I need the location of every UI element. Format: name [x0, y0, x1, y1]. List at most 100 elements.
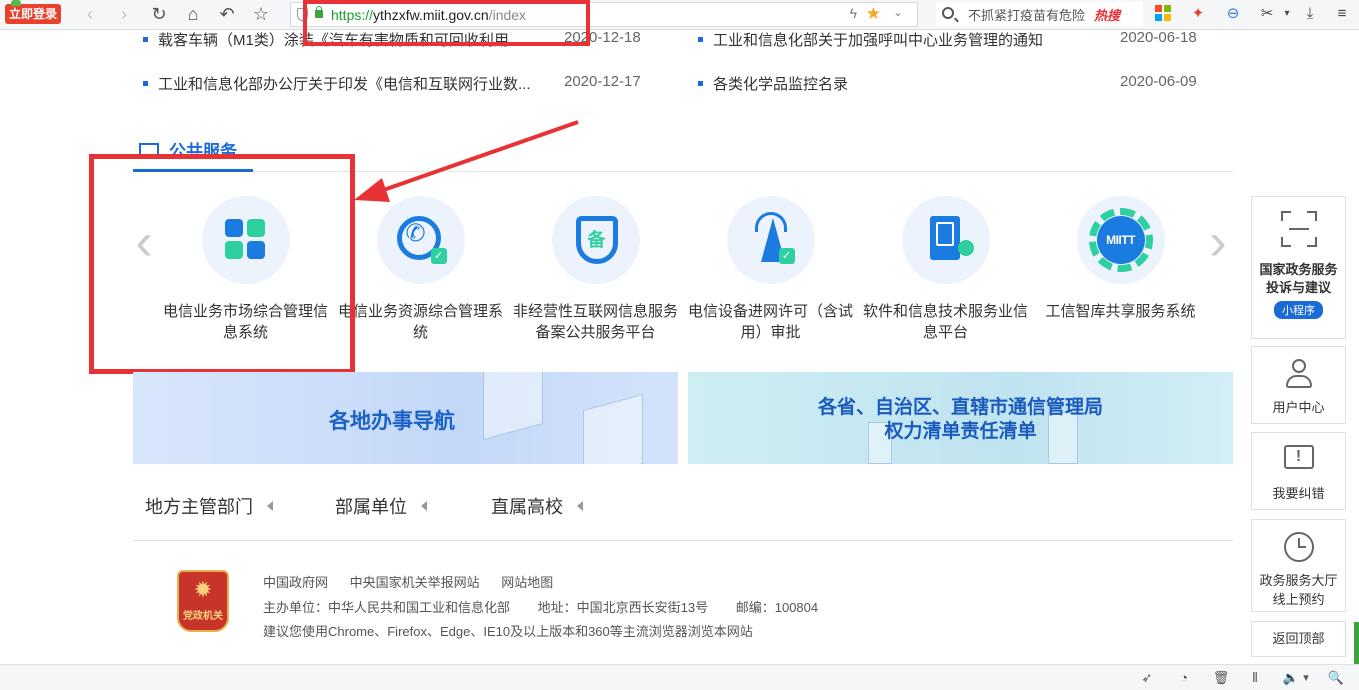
party-organ-emblem[interactable]: ✹ 党政机关: [177, 570, 229, 632]
scan-qr-icon: [1280, 211, 1317, 247]
book-share-icon: [901, 196, 990, 284]
undo-icon[interactable]: ↶: [216, 3, 238, 25]
news-title: 工业和信息化部办公厅关于印发《电信和互联网行业数...: [158, 76, 531, 93]
bullet-icon: [143, 36, 148, 42]
banner-title: 各地办事导航: [329, 410, 455, 433]
rocket-icon[interactable]: ➶: [1138, 669, 1156, 687]
footer-link[interactable]: 中国政府网: [263, 575, 328, 590]
side-hall-line2: 线上预约: [1272, 592, 1325, 607]
carousel-next-icon[interactable]: ›: [1205, 216, 1231, 268]
chevron-down-icon[interactable]: ⌄: [893, 5, 903, 19]
bullet-icon: [698, 80, 703, 86]
side-report-error[interactable]: ! 我要纠错: [1251, 432, 1346, 510]
tab-universities[interactable]: 直属高校: [491, 493, 583, 519]
side-complaint-suggestion[interactable]: 国家政务服务 投诉与建议 小程序: [1251, 196, 1346, 339]
footer-browser-note: 建议您使用Chrome、Firefox、Edge、IE10及以上版本和360等主…: [263, 624, 753, 639]
news-item[interactable]: 各类化学品监控名录: [698, 73, 848, 94]
feedback-icon: !: [1282, 443, 1316, 477]
service-label: 电信业务资源综合管理系统: [337, 303, 503, 341]
footer-link[interactable]: 网站地图: [501, 575, 553, 590]
service-item[interactable]: MIITT 工信智库共享服务系统: [1033, 196, 1208, 322]
chevron-down-icon[interactable]: ▾: [1297, 669, 1315, 687]
scrollbar-thumb[interactable]: [1354, 622, 1359, 664]
banner-local-navigation[interactable]: 各地办事导航: [133, 372, 678, 464]
search-icon: [942, 7, 954, 19]
lightning-icon[interactable]: ϟ: [850, 5, 857, 21]
banner-decoration: [483, 372, 543, 441]
news-title: 工业和信息化部关于加强呼叫中心业务管理的通知: [713, 32, 1044, 49]
side-user-center-label: 用户中心: [1272, 400, 1325, 415]
news-date: 2020-06-09: [1120, 73, 1197, 90]
bookmark-star-icon[interactable]: ★: [866, 4, 881, 24]
menu-icon[interactable]: ≡: [1332, 3, 1352, 25]
emblem-mark-icon: ✹: [193, 577, 213, 602]
minus-circle-icon[interactable]: ⊖: [1223, 3, 1243, 25]
service-item[interactable]: ✓ 电信业务资源综合管理系统: [333, 196, 508, 343]
search-hint: 不抓紧打疫苗有危险: [968, 8, 1086, 23]
news-date: 2020-12-17: [564, 73, 641, 90]
news-title: 各类化学品监控名录: [713, 76, 849, 93]
tab-affiliated-units[interactable]: 部属单位: [335, 493, 427, 519]
side-user-center[interactable]: 用户中心: [1251, 346, 1346, 424]
hot-search-label[interactable]: 热搜: [1094, 5, 1120, 24]
news-date: 2020-06-18: [1120, 29, 1197, 46]
service-item[interactable]: 软件和信息技术服务业信息平台: [858, 196, 1033, 343]
shield-record-icon: 备: [551, 196, 640, 284]
home-icon[interactable]: ⌂: [182, 3, 204, 25]
footer-address: 地址：中国北京西长安街13号: [537, 600, 709, 615]
news-item[interactable]: 工业和信息化部关于加强呼叫中心业务管理的通知: [698, 29, 1043, 50]
footer-info: 主办单位：中华人民共和国工业和信息化部 地址：中国北京西长安街13号 邮编：10…: [263, 597, 842, 616]
banner-title-line1: 各省、自治区、直辖市通信管理局: [817, 397, 1103, 418]
scissors-icon[interactable]: ✂: [1257, 3, 1277, 25]
footer-divider: [133, 540, 1233, 541]
footer-organizer: 主办单位：中华人民共和国工业和信息化部: [263, 600, 511, 615]
service-label: 软件和信息技术服务业信息平台: [862, 303, 1028, 341]
banner-power-list[interactable]: 各省、自治区、直辖市通信管理局 权力清单责任清单: [688, 372, 1233, 464]
phone-icon: ✓: [376, 196, 465, 284]
highlight-box-service: [89, 154, 355, 374]
side-hall-line1: 政务服务大厅: [1259, 573, 1338, 588]
footer-postcode: 邮编：100804: [735, 600, 819, 615]
gear-miitt-icon: MIITT: [1076, 196, 1165, 284]
clock-icon: [1282, 530, 1316, 564]
zoom-icon[interactable]: 🔍: [1327, 669, 1345, 687]
bullet-icon: [143, 80, 148, 86]
favorite-icon[interactable]: ☆: [250, 3, 272, 25]
side-complaint-line1: 国家政务服务: [1259, 262, 1338, 277]
browser-toolbar: 立即登录 ‹ › ↻ ⌂ ↶ ☆ https://ythzxfw.miit.go…: [0, 0, 1359, 30]
split-icon[interactable]: ⫴: [1246, 669, 1264, 687]
service-label: 非经营性互联网信息服务备案公共服务平台: [512, 303, 678, 341]
speed-icon[interactable]: ◔: [1175, 669, 1193, 687]
footer-links: 中国政府网 中央国家机关举报网站 网站地图: [263, 572, 571, 591]
back-icon[interactable]: ‹: [79, 3, 101, 25]
side-service-hall[interactable]: 政务服务大厅 线上预约: [1251, 519, 1346, 612]
service-label: 工信智库共享服务系统: [1045, 303, 1196, 320]
login-button[interactable]: 立即登录: [5, 0, 61, 24]
service-label: 电信设备进网许可（含试用）审批: [687, 303, 853, 341]
caret-left-icon: [421, 501, 427, 512]
forward-icon[interactable]: ›: [113, 3, 135, 25]
game-icon[interactable]: ✦: [1188, 3, 1208, 25]
news-item[interactable]: 工业和信息化部办公厅关于印发《电信和互联网行业数...: [143, 73, 531, 94]
banner-decoration: [583, 393, 643, 464]
chevron-down-icon[interactable]: ▾: [1277, 3, 1297, 25]
search-box[interactable]: 不抓紧打疫苗有危险 热搜: [936, 2, 1143, 27]
apps-icon[interactable]: [1155, 5, 1171, 21]
footer-link[interactable]: 中央国家机关举报网站: [350, 575, 480, 590]
browser-status-bar: ➶ ◔ 🗑 ⫴ 🔈 ▾ 🔍: [0, 664, 1359, 690]
back-to-top-button[interactable]: 返回顶部: [1251, 621, 1346, 657]
service-item[interactable]: ✓ 电信设备进网许可（含试用）审批: [683, 196, 858, 343]
tower-icon: ✓: [726, 196, 815, 284]
highlight-box-url: [303, 0, 590, 46]
banner-title-line2: 权力清单责任清单: [884, 421, 1037, 442]
banner-title: 各省、自治区、直辖市通信管理局 权力清单责任清单: [688, 396, 1233, 444]
mini-program-badge[interactable]: 小程序: [1274, 301, 1323, 319]
tab-local-departments[interactable]: 地方主管部门: [145, 493, 273, 519]
download-icon[interactable]: ⤓: [1300, 3, 1320, 25]
caret-left-icon: [267, 501, 273, 512]
caret-left-icon: [577, 501, 583, 512]
trash-icon[interactable]: 🗑: [1212, 669, 1230, 687]
side-report-error-label: 我要纠错: [1272, 486, 1325, 501]
service-item[interactable]: 备 非经营性互联网信息服务备案公共服务平台: [508, 196, 683, 343]
refresh-icon[interactable]: ↻: [148, 3, 170, 25]
